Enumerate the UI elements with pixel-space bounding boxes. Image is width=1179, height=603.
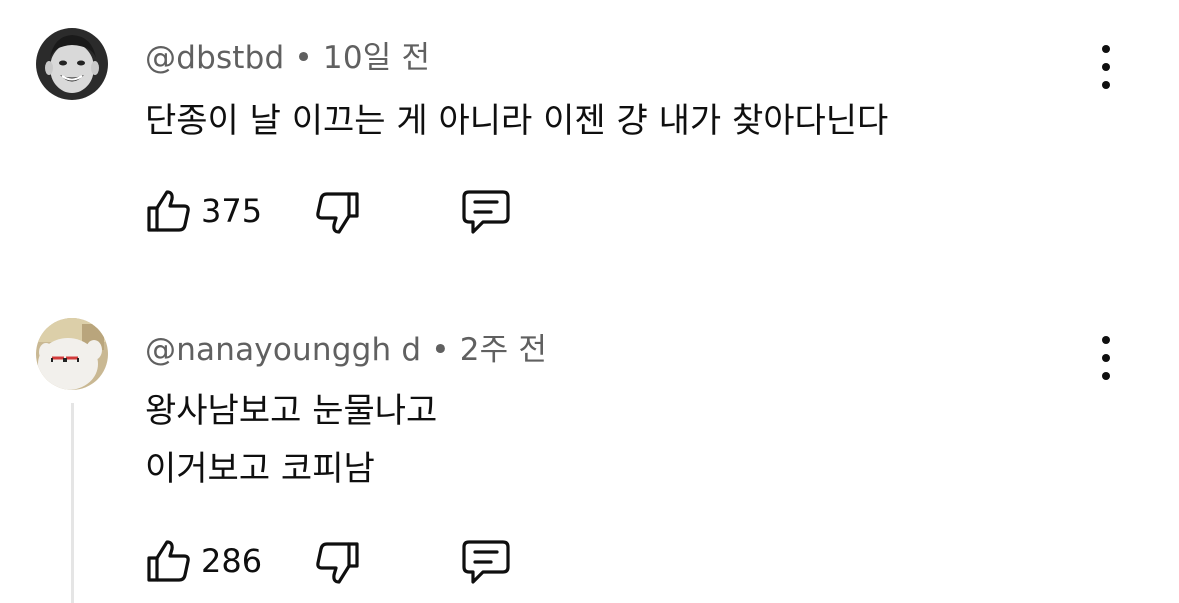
more-options-button[interactable] — [1092, 336, 1120, 380]
like-count: 375 — [201, 192, 263, 230]
more-vertical-icon — [1102, 336, 1110, 344]
comment-text: 단종이 날 이끄는 게 아니라 이젠 걍 내가 찾아다닌다 — [145, 101, 889, 141]
dislike-button[interactable] — [315, 190, 361, 236]
comment-meta: @nanayounggh d • 2주 전 — [145, 324, 547, 369]
reply-comment-icon — [462, 190, 510, 234]
more-vertical-icon — [1102, 45, 1110, 53]
more-options-button[interactable] — [1092, 45, 1120, 89]
reply-thread-line — [71, 403, 74, 603]
like-button[interactable]: 286 — [145, 538, 262, 584]
comment-text-line-1: 왕사남보고 눈물나고 — [145, 391, 438, 431]
dislike-button[interactable] — [315, 540, 361, 586]
thumbs-up-icon — [147, 190, 190, 232]
comment-author[interactable]: @nanayounggh d — [145, 332, 421, 368]
thumbs-down-icon — [316, 192, 359, 234]
comment-meta: @dbstbd • 10일 전 — [145, 32, 430, 77]
thumbs-down-icon — [316, 542, 359, 584]
reply-button[interactable] — [461, 189, 511, 237]
like-count: 286 — [201, 542, 263, 580]
meta-separator: • — [294, 40, 313, 76]
reply-button[interactable] — [461, 539, 511, 587]
comment-time: 2주 전 — [459, 332, 548, 368]
reply-comment-icon — [462, 540, 510, 584]
comment-time: 10일 전 — [322, 40, 431, 76]
like-button[interactable]: 375 — [145, 188, 262, 234]
avatar-photo-icon — [36, 28, 108, 100]
thumbs-up-icon — [147, 540, 190, 582]
avatar[interactable] — [36, 28, 108, 100]
comment-author[interactable]: @dbstbd — [145, 40, 284, 76]
avatar-photo-icon — [36, 318, 108, 390]
meta-separator: • — [431, 332, 450, 368]
comment-text-line-2: 이거보고 코피남 — [145, 449, 375, 489]
avatar[interactable] — [36, 318, 108, 390]
